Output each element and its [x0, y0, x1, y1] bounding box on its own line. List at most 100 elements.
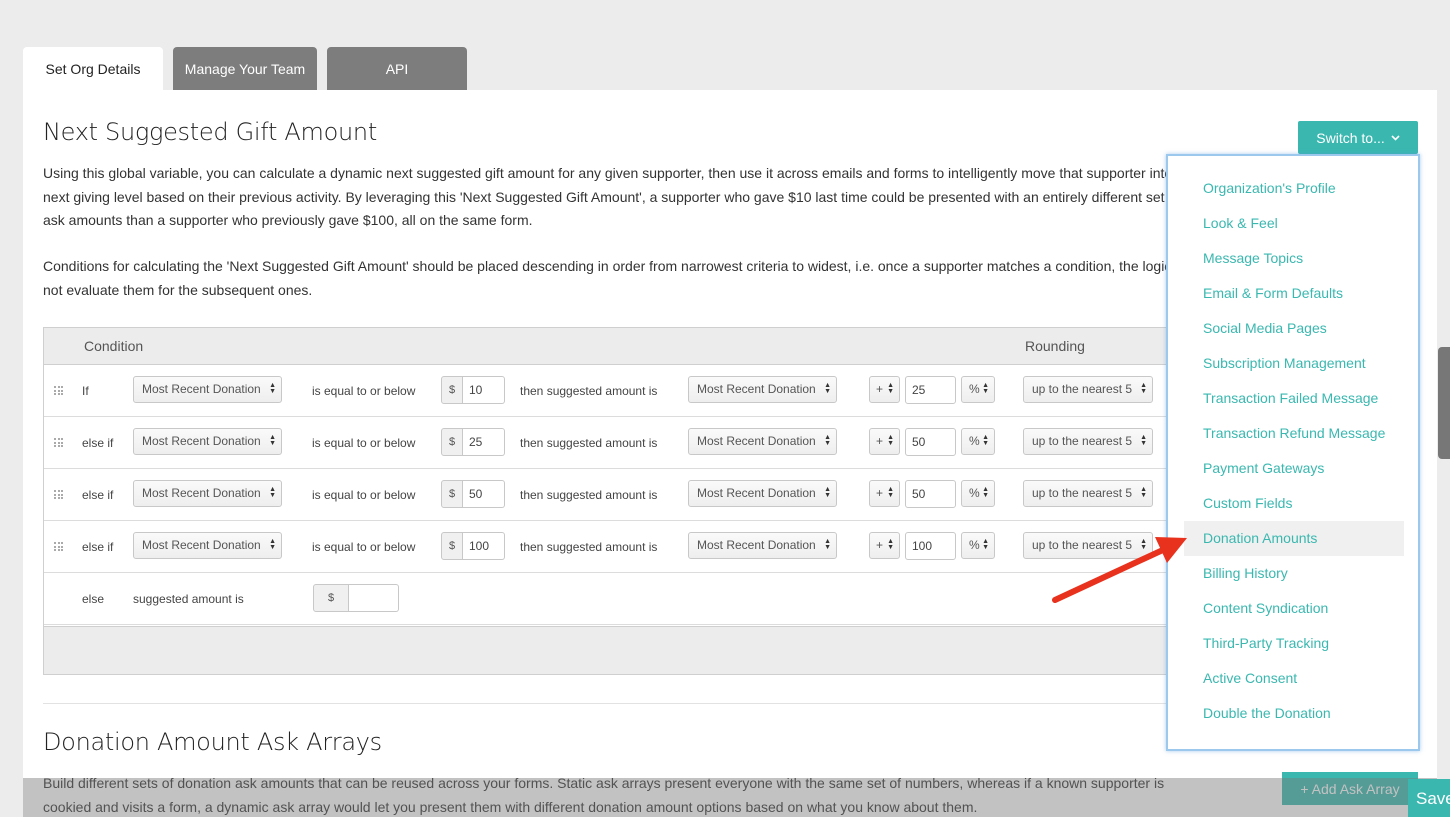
condition-field-value: Most Recent Donation [142, 486, 261, 500]
select-arrows-icon: ▲ ▼ [887, 434, 894, 447]
menu-item-payment-gateways[interactable]: Payment Gateways [1184, 451, 1404, 486]
select-arrows-icon: ▲ ▼ [887, 538, 894, 551]
condition-field-select[interactable]: Most Recent Donation ▲ ▼ [133, 376, 282, 403]
select-arrows-icon: ▲ ▼ [824, 434, 831, 447]
select-arrows-icon: ▲ ▼ [824, 486, 831, 499]
base-amount-select[interactable]: Most Recent Donation ▲ ▼ [688, 428, 837, 455]
gift-conditions-note: Conditions for calculating the 'Next Sug… [43, 258, 1195, 298]
tab-bar: Set Org Details Manage Your Team API [23, 47, 467, 90]
menu-item-look-feel[interactable]: Look & Feel [1184, 206, 1404, 241]
unit-select[interactable]: % ▲ ▼ [961, 480, 995, 507]
menu-item-subscription-management[interactable]: Subscription Management [1184, 346, 1404, 381]
then-label: then suggested amount is [520, 488, 658, 502]
else-amount-input[interactable] [349, 584, 399, 612]
select-arrows-icon: ▲ ▼ [269, 538, 276, 551]
operator-select[interactable]: + ▲ ▼ [869, 532, 900, 559]
unit-value: % [969, 538, 980, 552]
menu-item-third-party-tracking[interactable]: Third-Party Tracking [1184, 626, 1404, 661]
rounding-select[interactable]: up to the nearest 5 ▲ ▼ [1023, 480, 1153, 507]
menu-item-billing-history[interactable]: Billing History [1184, 556, 1404, 591]
operator-select[interactable]: + ▲ ▼ [869, 428, 900, 455]
adjustment-input[interactable]: 100 [905, 532, 956, 560]
threshold-input[interactable]: 50 [463, 480, 505, 508]
menu-item-social-media-pages[interactable]: Social Media Pages [1184, 311, 1404, 346]
unit-value: % [969, 382, 980, 396]
ask-arrays-title: Donation Amount Ask Arrays [43, 728, 382, 756]
then-label: then suggested amount is [520, 384, 658, 398]
adjustment-input[interactable]: 50 [905, 480, 956, 508]
condition-prefix: else if [82, 540, 114, 554]
switch-to-button[interactable]: Switch to... [1298, 121, 1418, 154]
condition-prefix: else if [82, 436, 114, 450]
menu-item-transaction-failed-message[interactable]: Transaction Failed Message [1184, 381, 1404, 416]
then-label: then suggested amount is [520, 436, 658, 450]
gift-section-title: Next Suggested Gift Amount [43, 118, 377, 146]
operator-select[interactable]: + ▲ ▼ [869, 480, 900, 507]
adjustment-input[interactable]: 25 [905, 376, 956, 404]
rounding-value: up to the nearest 5 [1032, 434, 1133, 448]
threshold-input[interactable]: 10 [463, 376, 505, 404]
tab-set-org-details[interactable]: Set Org Details [23, 47, 163, 90]
table-header: Condition Rounding [44, 328, 1242, 365]
save-button[interactable]: Save [1408, 779, 1450, 817]
base-amount-value: Most Recent Donation [697, 382, 816, 396]
table-footer [44, 626, 1242, 674]
base-amount-select[interactable]: Most Recent Donation ▲ ▼ [688, 480, 837, 507]
table-row: else if Most Recent Donation ▲ ▼ is equal to… [44, 417, 1242, 469]
condition-field-select[interactable]: Most Recent Donation ▲ ▼ [133, 532, 282, 559]
base-amount-value: Most Recent Donation [697, 538, 816, 552]
condition-field-select[interactable]: Most Recent Donation ▲ ▼ [133, 480, 282, 507]
bottom-action-bar [23, 778, 1437, 817]
side-panel-handle[interactable] [1438, 347, 1450, 459]
menu-item-custom-fields[interactable]: Custom Fields [1184, 486, 1404, 521]
select-arrows-icon: ▲ ▼ [1140, 486, 1147, 499]
menu-item-active-consent[interactable]: Active Consent [1184, 661, 1404, 696]
comparison-label: is equal to or below [312, 384, 416, 398]
condition-field-select[interactable]: Most Recent Donation ▲ ▼ [133, 428, 282, 455]
unit-value: % [969, 486, 980, 500]
menu-item-double-the-donation[interactable]: Double the Donation [1184, 696, 1404, 731]
unit-select[interactable]: % ▲ ▼ [961, 532, 995, 559]
threshold-input[interactable]: 100 [463, 532, 505, 560]
rounding-value: up to the nearest 5 [1032, 486, 1133, 500]
else-currency-addon: $ [313, 584, 349, 612]
select-arrows-icon: ▲ ▼ [824, 382, 831, 395]
section-divider [43, 703, 1243, 704]
menu-item-content-syndication[interactable]: Content Syndication [1184, 591, 1404, 626]
drag-handle-icon[interactable] [54, 542, 63, 551]
menu-item-message-topics[interactable]: Message Topics [1184, 241, 1404, 276]
unit-value: % [969, 434, 980, 448]
gift-description: Using this global variable, you can calc… [43, 165, 1196, 228]
tab-manage-your-team[interactable]: Manage Your Team [173, 47, 317, 90]
select-arrows-icon: ▲ ▼ [982, 538, 989, 551]
select-arrows-icon: ▲ ▼ [982, 382, 989, 395]
threshold-input[interactable]: 25 [463, 428, 505, 456]
drag-handle-icon[interactable] [54, 438, 63, 447]
condition-prefix: else if [82, 488, 114, 502]
currency-addon: $ [441, 428, 463, 456]
currency-addon: $ [441, 480, 463, 508]
unit-select[interactable]: % ▲ ▼ [961, 428, 995, 455]
select-arrows-icon: ▲ ▼ [269, 382, 276, 395]
tab-api[interactable]: API [327, 47, 467, 90]
menu-item-organization-s-profile[interactable]: Organization's Profile [1184, 171, 1404, 206]
drag-handle-icon[interactable] [54, 386, 63, 395]
select-arrows-icon: ▲ ▼ [887, 486, 894, 499]
operator-select[interactable]: + ▲ ▼ [869, 376, 900, 403]
drag-handle-icon[interactable] [54, 490, 63, 499]
table-row: If Most Recent Donation ▲ ▼ is equal to or b… [44, 365, 1242, 417]
else-label: suggested amount is [133, 592, 244, 606]
comparison-label: is equal to or below [312, 540, 416, 554]
menu-item-transaction-refund-message[interactable]: Transaction Refund Message [1184, 416, 1404, 451]
base-amount-select[interactable]: Most Recent Donation ▲ ▼ [688, 376, 837, 403]
adjustment-input[interactable]: 50 [905, 428, 956, 456]
rounding-select[interactable]: up to the nearest 5 ▲ ▼ [1023, 376, 1153, 403]
menu-item-email-form-defaults[interactable]: Email & Form Defaults [1184, 276, 1404, 311]
base-amount-value: Most Recent Donation [697, 486, 816, 500]
rounding-select[interactable]: up to the nearest 5 ▲ ▼ [1023, 428, 1153, 455]
base-amount-select[interactable]: Most Recent Donation ▲ ▼ [688, 532, 837, 559]
unit-select[interactable]: % ▲ ▼ [961, 376, 995, 403]
comparison-label: is equal to or below [312, 488, 416, 502]
select-arrows-icon: ▲ ▼ [824, 538, 831, 551]
menu-item-donation-amounts[interactable]: Donation Amounts [1184, 521, 1404, 556]
